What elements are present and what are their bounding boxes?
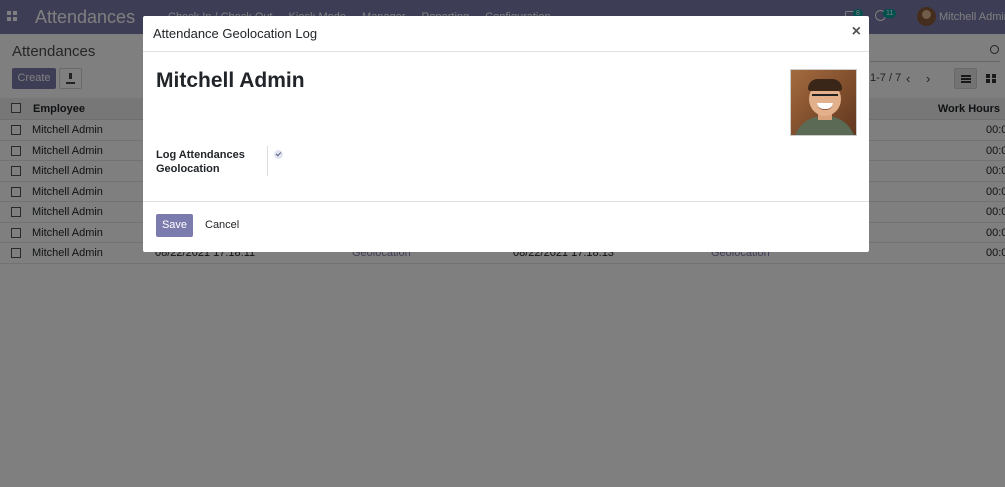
modal-title: Attendance Geolocation Log	[153, 26, 318, 41]
log-geolocation-checkbox[interactable]	[274, 150, 283, 159]
cancel-button[interactable]: Cancel	[205, 219, 239, 231]
save-button[interactable]: Save	[156, 214, 193, 237]
modal-footer: Save Cancel	[143, 201, 869, 252]
geolocation-log-dialog: Attendance Geolocation Log × Mitchell Ad…	[143, 16, 869, 252]
modal-header: Attendance Geolocation Log ×	[143, 16, 869, 52]
employee-photo[interactable]	[790, 69, 857, 136]
field-divider	[267, 146, 268, 176]
log-geolocation-label: Log Attendances Geolocation	[156, 149, 245, 175]
employee-name: Mitchell Admin	[156, 69, 305, 92]
close-icon[interactable]: ×	[852, 24, 861, 40]
